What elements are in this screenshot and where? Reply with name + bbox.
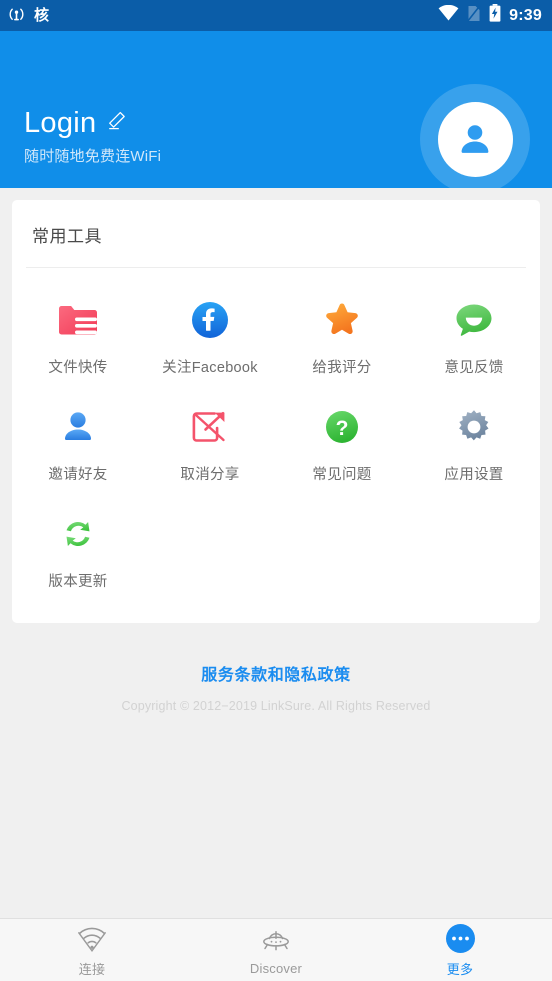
facebook-icon — [188, 298, 232, 342]
tool-item-settings[interactable]: 应用设置 — [408, 389, 540, 496]
more-dots-icon — [444, 923, 476, 955]
star-rate-icon — [320, 298, 364, 342]
tool-label: 邀请好友 — [48, 467, 108, 483]
wifi-connect-icon — [76, 923, 108, 955]
footer: 服务条款和隐私政策 Copyright © 2012−2019 LinkSure… — [0, 661, 552, 713]
tool-item-rate[interactable]: 给我评分 — [276, 282, 408, 389]
screen-cast-icon — [8, 7, 25, 24]
tool-item-faq[interactable]: ? 常见问题 — [276, 389, 408, 496]
tools-card-title: 常用工具 — [32, 227, 102, 246]
pencil-edit-icon[interactable] — [106, 110, 127, 131]
status-app-glyph: 核 — [34, 7, 50, 24]
tab-discover[interactable]: Discover — [184, 919, 368, 981]
wifi-icon — [438, 4, 459, 26]
tool-label: 给我评分 — [312, 360, 372, 376]
tool-label: 意见反馈 — [444, 360, 504, 376]
tool-item-version-update[interactable]: 版本更新 — [12, 496, 144, 603]
page-body: 常用工具 文件快传 关注Facebook 给我评分 意见反馈 邀请好友 取消分享… — [0, 188, 552, 918]
folder-transfer-icon — [56, 298, 100, 342]
faq-question-icon: ? — [320, 405, 364, 449]
sim-card-icon — [467, 4, 481, 27]
login-block[interactable]: Login 随时随地免费连WiFi — [24, 107, 162, 166]
tool-label: 版本更新 — [48, 574, 108, 590]
tool-item-invite[interactable]: 邀请好友 — [12, 389, 144, 496]
login-row[interactable]: Login — [24, 107, 161, 138]
tab-label: Discover — [249, 960, 303, 976]
tool-label: 取消分享 — [180, 467, 240, 483]
tool-item-file-transfer[interactable]: 文件快传 — [12, 282, 144, 389]
cancel-share-icon — [188, 405, 232, 449]
login-label[interactable]: Login — [24, 107, 96, 138]
copyright-text: Copyright © 2012−2019 LinkSure. All Righ… — [121, 699, 431, 713]
tool-label: 应用设置 — [444, 467, 504, 483]
tool-label: 文件快传 — [48, 360, 108, 376]
terms-privacy-link[interactable]: 服务条款和隐私政策 — [201, 661, 350, 685]
feedback-bubble-icon — [452, 298, 496, 342]
tool-item-cancel-share[interactable]: 取消分享 — [144, 389, 276, 496]
tab-label: 连接 — [78, 961, 106, 977]
app-root: 核 9:39 Login 随时随地免费连WiFi 常用工具 文件快传 关注Fac… — [0, 0, 552, 981]
status-bar: 核 9:39 — [0, 0, 552, 31]
status-bar-left: 核 — [8, 7, 49, 24]
profile-header: Login 随时随地免费连WiFi — [0, 31, 552, 194]
tool-label: 关注Facebook — [162, 360, 258, 376]
version-update-icon — [56, 512, 100, 556]
tools-card: 常用工具 文件快传 关注Facebook 给我评分 意见反馈 邀请好友 取消分享… — [12, 200, 540, 623]
tab-more[interactable]: 更多 — [368, 919, 552, 981]
tool-label: 常见问题 — [312, 467, 372, 483]
status-clock: 9:39 — [509, 6, 542, 24]
invite-friend-icon — [56, 405, 100, 449]
svg-text:?: ? — [336, 417, 349, 440]
status-bar-right: 9:39 — [438, 4, 542, 27]
bottom-tab-bar: 连接 Discover 更多 — [0, 918, 552, 981]
settings-gear-icon — [452, 405, 496, 449]
tab-connect[interactable]: 连接 — [0, 919, 184, 981]
battery-charging-icon — [489, 4, 501, 27]
header-subtitle: 随时随地免费连WiFi — [24, 148, 162, 165]
ufo-discover-icon — [260, 925, 292, 957]
tool-item-feedback[interactable]: 意见反馈 — [408, 282, 540, 389]
avatar-inner — [437, 101, 513, 177]
tools-grid: 文件快传 关注Facebook 给我评分 意见反馈 邀请好友 取消分享 ? 常见… — [12, 268, 540, 623]
avatar[interactable] — [420, 84, 530, 194]
tab-label: 更多 — [446, 961, 474, 977]
user-avatar-icon — [455, 119, 495, 159]
tool-item-facebook[interactable]: 关注Facebook — [144, 282, 276, 389]
